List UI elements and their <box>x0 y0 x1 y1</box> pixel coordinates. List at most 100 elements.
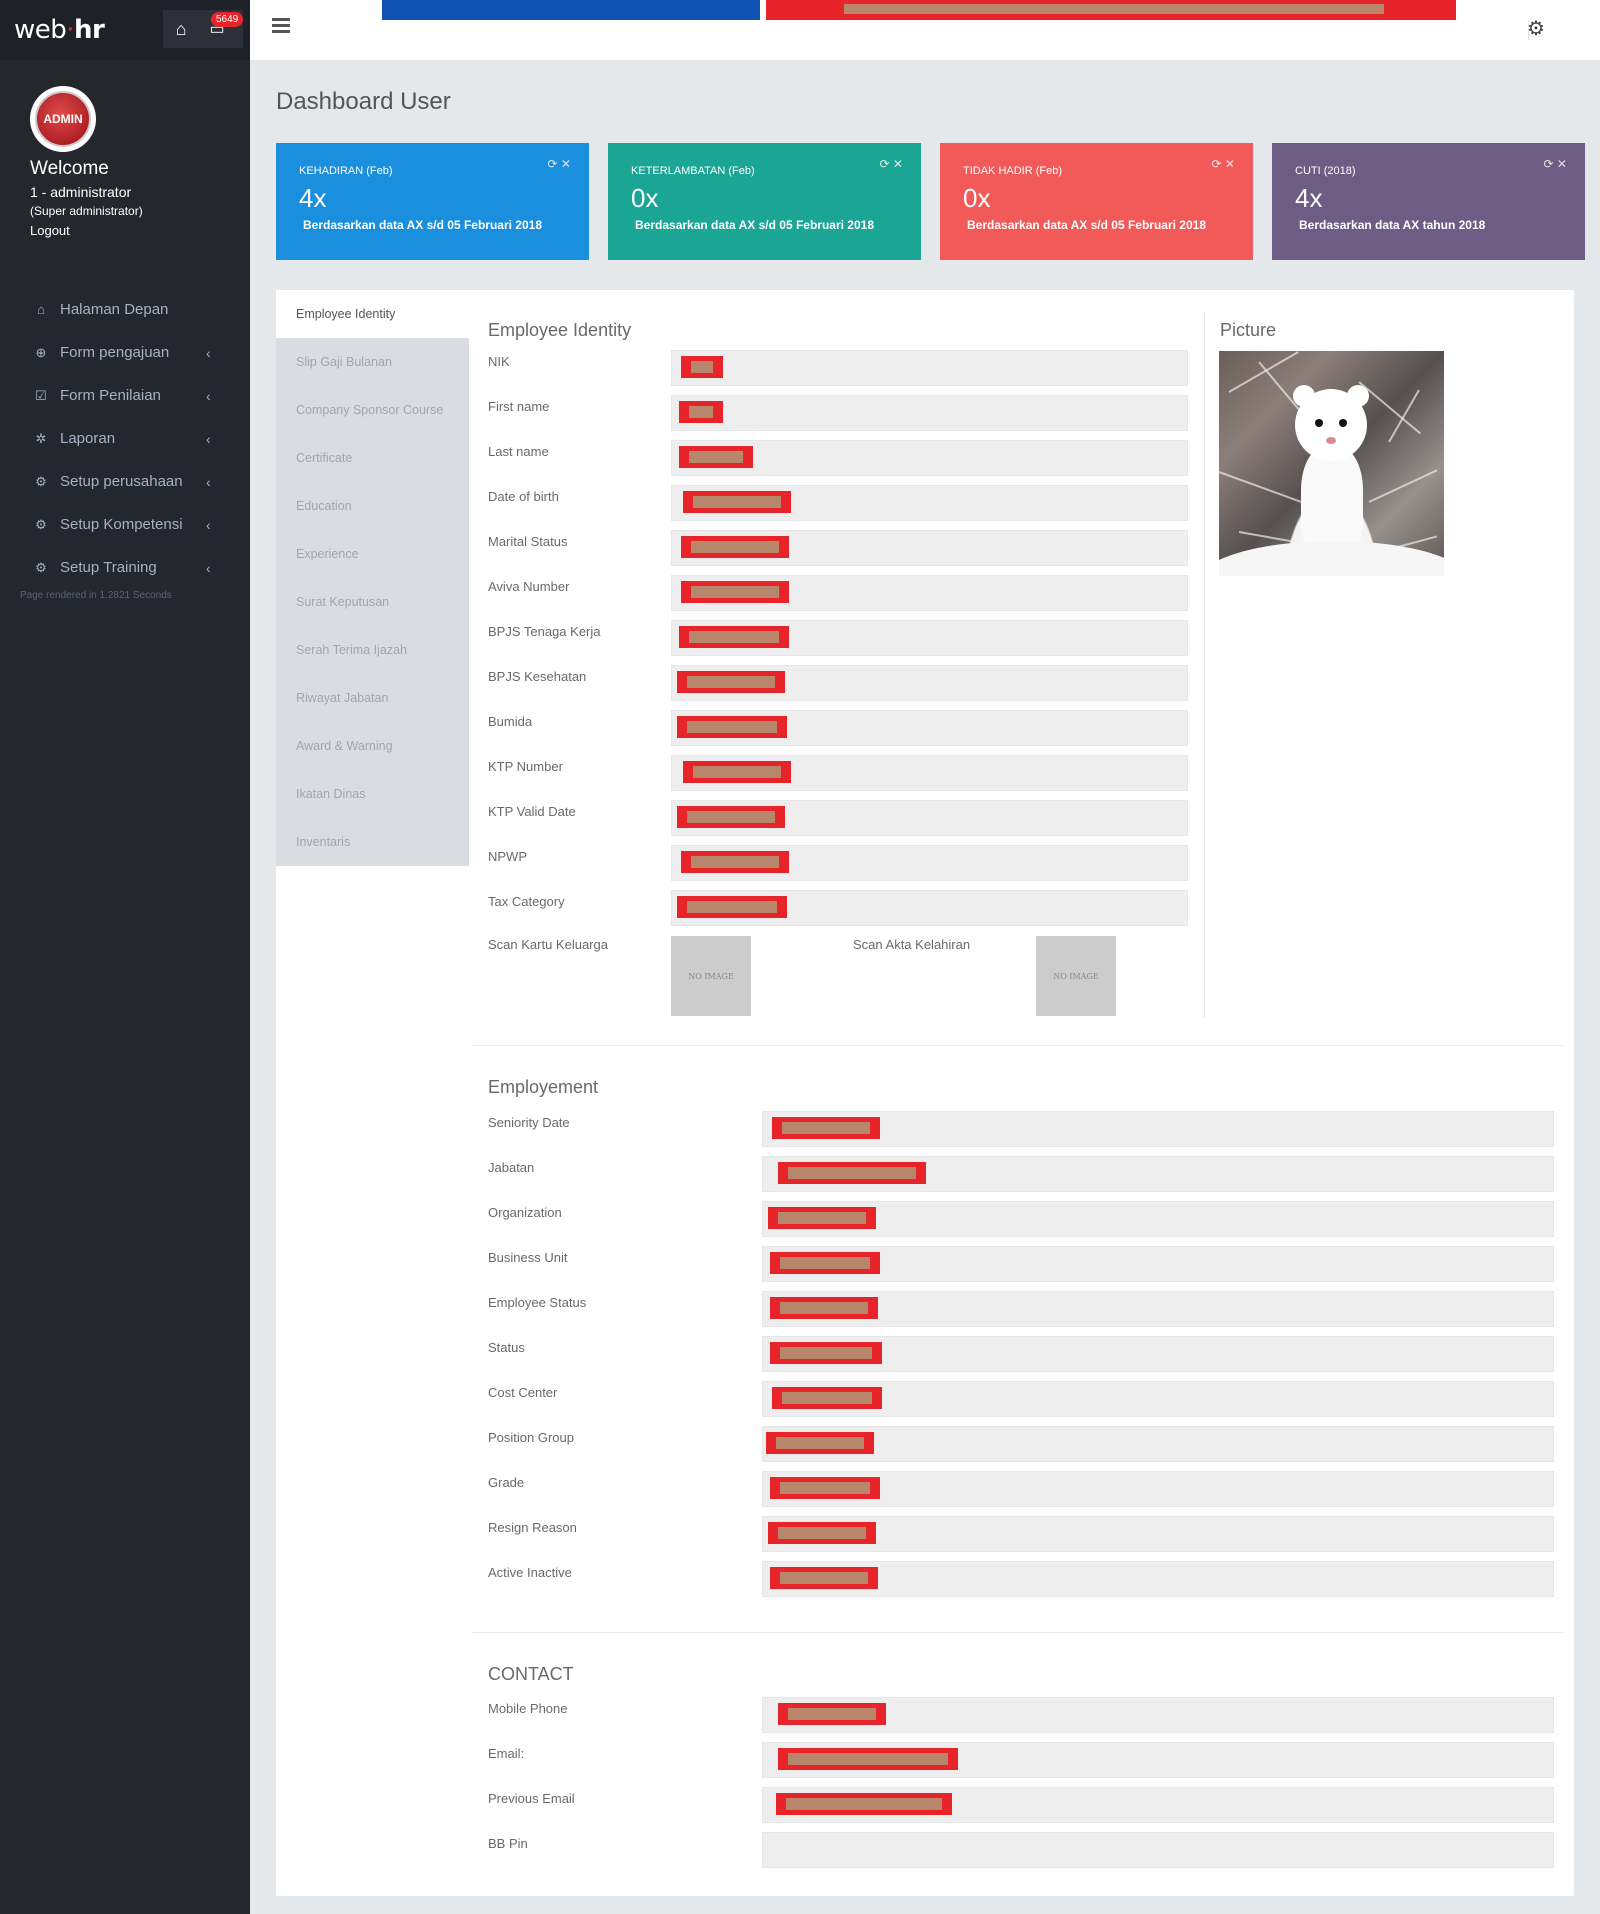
webhr-logo[interactable]: web·hr <box>14 15 105 45</box>
redacted-value <box>677 896 787 918</box>
label-bpjs-tenaga-kerja: BPJS Tenaga Kerja <box>488 624 601 639</box>
label-seniority-date: Seniority Date <box>488 1115 570 1130</box>
label-mobile-phone: Mobile Phone <box>488 1701 568 1716</box>
page-title: Dashboard User <box>276 88 451 115</box>
label-email: Email: <box>488 1746 525 1761</box>
tab-award-warning[interactable]: Award & Warning <box>276 722 469 770</box>
sidebar-item-label: Form Penilaian <box>60 387 161 404</box>
widget-title: TIDAK HADIR (Feb) <box>963 165 1063 177</box>
redacted-value <box>768 1522 876 1544</box>
tab-company-sponsor-course[interactable]: Company Sponsor Course <box>276 386 469 434</box>
redacted-value <box>778 1748 958 1770</box>
tab-certificate[interactable]: Certificate <box>276 434 469 482</box>
field-active-inactive[interactable] <box>762 1561 1554 1597</box>
field-first-name[interactable] <box>671 395 1188 431</box>
sidebar-item-label: Setup perusahaan <box>60 473 183 490</box>
widget-controls-icon[interactable]: ⟳ ✕ <box>1544 157 1567 171</box>
label-status: Status <box>488 1340 525 1355</box>
widget-description: Berdasarkan data AX tahun 2018 <box>1299 218 1486 232</box>
redacted-value <box>681 581 789 603</box>
sidebar-item-laporan[interactable]: ✲ Laporan ‹ <box>0 417 250 460</box>
label-marital-status: Marital Status <box>488 534 568 549</box>
sidebar-item-halaman-depan[interactable]: ⌂ Halaman Depan <box>0 288 250 331</box>
field-seniority-date[interactable] <box>762 1111 1554 1147</box>
stat-widget-tidak-hadir-feb: ⟳ ✕ TIDAK HADIR (Feb) 0x Berdasarkan data A… <box>940 143 1253 260</box>
sidebar-item-setup-training[interactable]: ⚙ Setup Training ‹ <box>0 546 250 589</box>
widget-controls-icon[interactable]: ⟳ ✕ <box>1212 157 1235 171</box>
sidebar: web·hr ⌂ ▭ 5649 ADMIN Welcome 1 - admini… <box>0 0 250 1914</box>
tab-experience[interactable]: Experience <box>276 530 469 578</box>
label-resign-reason: Resign Reason <box>488 1520 577 1535</box>
redacted-value <box>681 356 723 378</box>
field-bb-pin[interactable] <box>762 1832 1554 1868</box>
avatar-label: ADMIN <box>43 112 83 126</box>
field-resign-reason[interactable] <box>762 1516 1554 1552</box>
settings-gear-icon[interactable]: ⚙ <box>1527 16 1545 41</box>
monitor-notification-icon[interactable]: ▭ 5649 <box>199 10 244 48</box>
topbar: ⚙ <box>250 0 1600 60</box>
tab-ikatan-dinas[interactable]: Ikatan Dinas <box>276 770 469 818</box>
stat-widget-kehadiran-feb: ⟳ ✕ KEHADIRAN (Feb) 4x Berdasarkan data AX … <box>276 143 589 260</box>
tab-riwayat-jabatan[interactable]: Riwayat Jabatan <box>276 674 469 722</box>
scan-kk-placeholder[interactable]: NO IMAGE <box>671 936 751 1016</box>
sidebar-item-setup-perusahaan[interactable]: ⚙ Setup perusahaan ‹ <box>0 460 250 503</box>
chevron-left-icon: ‹ <box>206 344 211 361</box>
brand-icon-group: ⌂ ▭ 5649 <box>163 10 244 48</box>
logout-link[interactable]: Logout <box>30 223 250 238</box>
employee-photo[interactable] <box>1219 351 1444 576</box>
check-square-icon: ☑ <box>35 387 47 403</box>
avatar[interactable]: ADMIN <box>30 86 96 152</box>
label-npwp: NPWP <box>488 849 527 864</box>
field-nik[interactable] <box>671 350 1188 386</box>
home-icon[interactable]: ⌂ <box>163 10 199 48</box>
tab-education[interactable]: Education <box>276 482 469 530</box>
label-bb-pin: BB Pin <box>488 1836 528 1851</box>
redacted-value <box>770 1477 880 1499</box>
tab-employee-identity[interactable]: Employee Identity <box>276 290 469 338</box>
sidebar-item-label: Form pengajuan <box>60 344 170 361</box>
scan-akta-label: Scan Akta Kelahiran <box>853 937 971 952</box>
sidebar-nav: ⌂ Halaman Depan ⊕ Form pengajuan ‹ ☑ Form Peni… <box>0 288 250 589</box>
label-date-of-birth: Date of birth <box>488 489 559 504</box>
employment-section-title: Employement <box>488 1077 599 1097</box>
label-ktp-number: KTP Number <box>488 759 563 774</box>
widget-title: KETERLAMBATAN (Feb) <box>631 165 755 177</box>
menu-toggle-icon[interactable] <box>272 18 290 34</box>
label-last-name: Last name <box>488 444 549 459</box>
chevron-left-icon: ‹ <box>206 516 211 533</box>
widget-controls-icon[interactable]: ⟳ ✕ <box>880 157 903 171</box>
tab-surat-keputusan[interactable]: Surat Keputusan <box>276 578 469 626</box>
field-organization[interactable] <box>762 1201 1554 1237</box>
redacted-value <box>770 1252 880 1274</box>
picture-section-title: Picture <box>1220 320 1277 340</box>
redacted-value <box>766 1432 874 1454</box>
field-grade[interactable] <box>762 1471 1554 1507</box>
sidebar-item-label: Laporan <box>60 430 116 447</box>
widget-description: Berdasarkan data AX s/d 05 Februari 2018 <box>967 218 1207 232</box>
label-nik: NIK <box>488 354 510 369</box>
blue-banner <box>382 0 760 20</box>
profile-block: ADMIN Welcome 1 - administrator (Super a… <box>0 60 250 238</box>
scan-kk-label: Scan Kartu Keluarga <box>488 937 608 952</box>
tab-serah-terima-ijazah[interactable]: Serah Terima Ijazah <box>276 626 469 674</box>
field-employee-status[interactable] <box>762 1291 1554 1327</box>
field-business-unit[interactable] <box>762 1246 1554 1282</box>
sidebar-item-form-penilaian[interactable]: ☑ Form Penilaian ‹ <box>0 374 250 417</box>
redacted-value <box>778 1703 886 1725</box>
redacted-value <box>677 716 787 738</box>
sidebar-item-setup-kompetensi[interactable]: ⚙ Setup Kompetensi ‹ <box>0 503 250 546</box>
chevron-left-icon: ‹ <box>206 430 211 447</box>
tab-slip-gaji-bulanan[interactable]: Slip Gaji Bulanan <box>276 338 469 386</box>
scan-akta-placeholder[interactable]: NO IMAGE <box>1036 936 1116 1016</box>
sidebar-item-form-pengajuan[interactable]: ⊕ Form pengajuan ‹ <box>0 331 250 374</box>
tab-inventaris[interactable]: Inventaris <box>276 818 469 866</box>
sidebar-item-label: Halaman Depan <box>60 301 169 318</box>
redacted-value <box>778 1162 926 1184</box>
field-position-group[interactable] <box>762 1426 1554 1462</box>
home-icon: ⌂ <box>37 302 45 317</box>
redacted-value <box>677 671 785 693</box>
label-bpjs-kesehatan: BPJS Kesehatan <box>488 669 587 684</box>
label-business-unit: Business Unit <box>488 1250 568 1265</box>
widget-controls-icon[interactable]: ⟳ ✕ <box>548 157 571 171</box>
stat-widget-keterlambatan-feb: ⟳ ✕ KETERLAMBATAN (Feb) 0x Berdasarkan data… <box>608 143 921 260</box>
